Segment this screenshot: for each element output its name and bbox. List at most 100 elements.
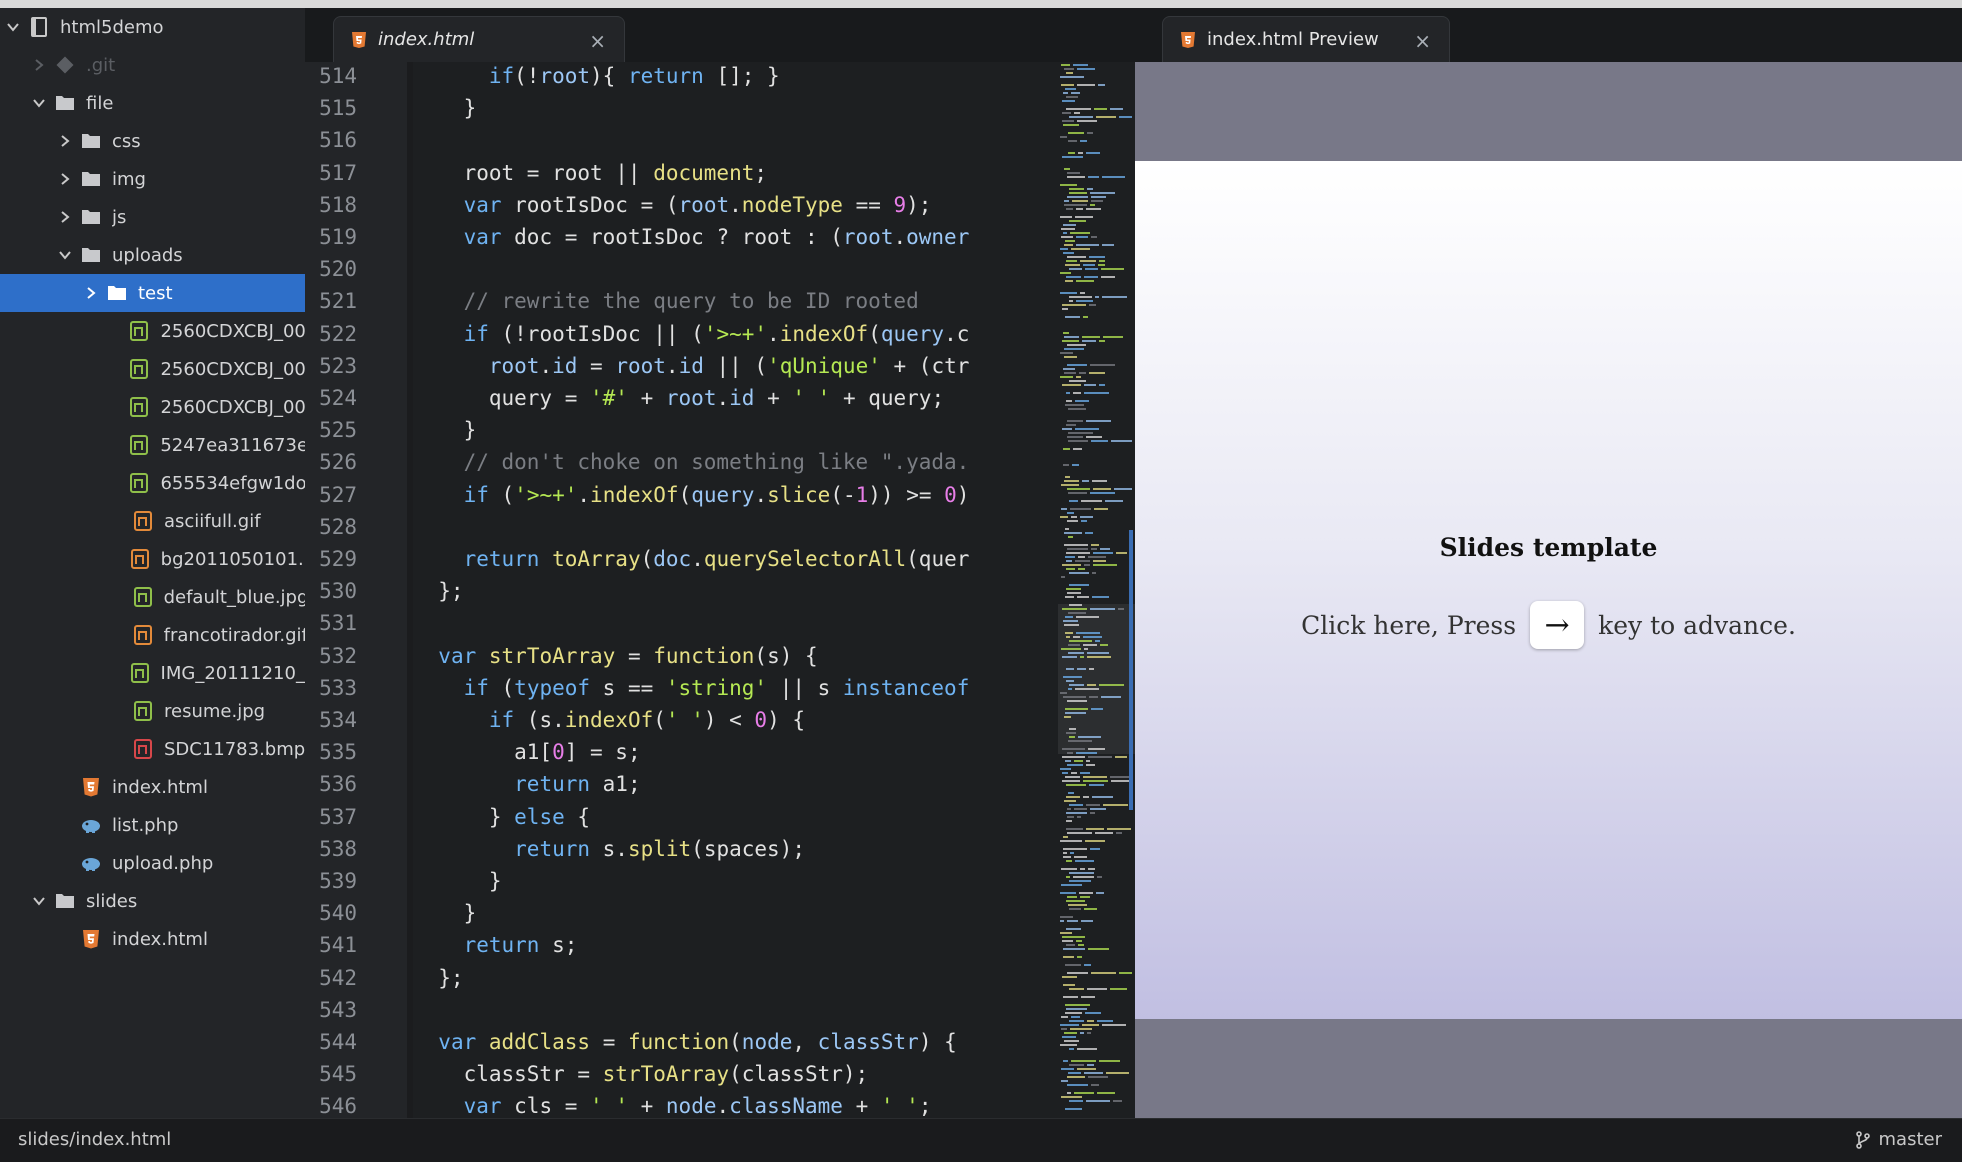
tree-item-img[interactable]: img [0, 160, 305, 198]
close-tab-icon[interactable]: × [1414, 29, 1431, 53]
minimap-code-line [1107, 828, 1131, 830]
minimap-code-line [1066, 552, 1090, 554]
tree-item-list-php[interactable]: list.php [0, 806, 305, 844]
tree-item-5247ea311673eb34[interactable]: 5247ea311673eb34 [0, 426, 305, 464]
chevron-right-icon[interactable] [30, 46, 48, 84]
git-branch[interactable]: master [1855, 1129, 1942, 1150]
code-token: ( [640, 547, 654, 571]
chevron-right-icon[interactable] [56, 160, 74, 198]
code-line[interactable]: } [413, 92, 477, 124]
slide[interactable]: Slides template Click here, Press → key … [1135, 161, 1962, 1019]
line-number: 537 [319, 804, 357, 829]
tree-item-slides[interactable]: slides [0, 882, 305, 920]
code-line[interactable]: if ('>~+'.indexOf(query.slice(-1)) >= 0) [413, 479, 970, 511]
minimap-code-line [1065, 404, 1084, 406]
line-number: 543 [319, 997, 357, 1022]
code-line[interactable]: query = '#' + root.id + ' ' + query; [413, 382, 944, 414]
minimap-code-line [1067, 172, 1080, 174]
tree-root-html5demo[interactable]: html5demo [0, 8, 305, 46]
code-line[interactable]: root = root || document; [413, 157, 767, 189]
minimap-code-line [1086, 152, 1100, 154]
tab-index-html-preview[interactable]: index.html Preview × [1162, 16, 1450, 62]
code-editor[interactable]: 514 if(!root){ return []; } 515 } 516 517 r… [305, 62, 1135, 1118]
code-line[interactable]: var cls = ' ' + node.className + ' '; [413, 1090, 932, 1118]
chevron-down-icon[interactable] [30, 84, 48, 122]
tree-item-2560cdxcbj-00401[interactable]: 2560CDXCBJ_00401 [0, 388, 305, 426]
minimap-code-line [1065, 556, 1075, 558]
tree-item-index-html[interactable]: index.html [0, 768, 305, 806]
code-line[interactable]: }; [413, 962, 463, 994]
code-line[interactable]: if (typeof s == 'string' || s instanceof [413, 672, 970, 704]
chevron-right-icon[interactable] [82, 274, 100, 312]
tree-item-file[interactable]: file [0, 84, 305, 122]
tree-item-bg2011050101-png[interactable]: bg2011050101.png [0, 540, 305, 578]
tree-item-label: francotirador.gif [163, 624, 305, 646]
tree-item-655534efgw1do2a8[interactable]: 655534efgw1do2a8 [0, 464, 305, 502]
tree-item-2560cdxcbj-00401[interactable]: 2560CDXCBJ_00401 [0, 312, 305, 350]
current-file-path[interactable]: slides/index.html [18, 1129, 171, 1150]
code-line[interactable]: return toArray(doc.querySelectorAll(quer [413, 543, 970, 575]
code-line[interactable]: var rootIsDoc = (root.nodeType == 9); [413, 189, 932, 221]
code-line[interactable]: var addClass = function(node, classStr) … [413, 1026, 956, 1058]
line-number: 523 [319, 353, 357, 378]
code-line[interactable]: // rewrite the query to be ID rooted [413, 285, 919, 317]
chevron-right-icon[interactable] [56, 198, 74, 236]
minimap-code-line [1079, 892, 1093, 894]
minimap-code-line [1061, 576, 1065, 578]
minimap-code-line [1087, 132, 1093, 134]
code-token: root [665, 386, 717, 410]
code-line[interactable]: if (!rootIsDoc || ('>~+'.indexOf(query.c [413, 318, 970, 350]
tree-item--git[interactable]: .git [0, 46, 305, 84]
code-line[interactable]: return a1; [413, 768, 640, 800]
tree-item-uploads[interactable]: uploads [0, 236, 305, 274]
tree-item-asciifull-gif[interactable]: asciifull.gif [0, 502, 305, 540]
code-line[interactable]: var doc = rootIsDoc ? root : (root.owner [413, 221, 970, 253]
tree-item-resume-jpg[interactable]: resume.jpg [0, 692, 305, 730]
code-line[interactable]: a1[0] = s; [413, 736, 640, 768]
code-line[interactable]: return s.split(spaces); [413, 833, 805, 865]
minimap-code-line [1063, 948, 1085, 950]
code-line[interactable]: if (s.indexOf(' ') < 0) { [413, 704, 805, 736]
tree-item-index-html[interactable]: index.html [0, 920, 305, 958]
tree-item-js[interactable]: js [0, 198, 305, 236]
folder-icon [54, 92, 76, 114]
tree-item-sdc11783-bmp[interactable]: SDC11783.bmp [0, 730, 305, 768]
tree-item-upload-php[interactable]: upload.php [0, 844, 305, 882]
editor-scrollbar[interactable] [1129, 530, 1133, 810]
code-line[interactable]: classStr = strToArray(classStr); [413, 1058, 869, 1090]
tab-index-html[interactable]: index.html × [333, 16, 625, 62]
minimap-code-line [1072, 464, 1079, 466]
line-number: 522 [319, 321, 357, 346]
code-line[interactable]: // don't choke on something like ".yada. [413, 446, 970, 478]
minimap-code-line [1090, 608, 1115, 610]
close-tab-icon[interactable]: × [589, 29, 606, 53]
code-token: root [488, 353, 540, 378]
minimap[interactable] [1058, 62, 1135, 1118]
tree-item-default-blue-jpg[interactable]: default_blue.jpg [0, 578, 305, 616]
code-line[interactable]: } else { [413, 801, 590, 833]
minimap-code-line [1083, 644, 1097, 646]
tree-item-test[interactable]: test [0, 274, 305, 312]
tree-item-img-20111210-105[interactable]: IMG_20111210_105 [0, 654, 305, 692]
code-line[interactable]: } [413, 865, 502, 897]
code-line[interactable]: if(!root){ return []; } [413, 62, 780, 92]
code-line[interactable]: root.id = root.id || ('qUnique' + (ctr [413, 350, 970, 382]
minimap-code-line [1073, 448, 1082, 450]
minimap-code-line [1077, 668, 1086, 670]
code-line[interactable]: }; [413, 575, 463, 607]
tree-item-css[interactable]: css [0, 122, 305, 160]
code-line[interactable]: return s; [413, 929, 578, 961]
minimap-code-line [1084, 648, 1088, 650]
chevron-down-icon[interactable] [30, 882, 48, 920]
code-token: } [413, 804, 515, 829]
tree-item-francotirador-gif[interactable]: francotirador.gif [0, 616, 305, 654]
chevron-down-icon[interactable] [4, 8, 22, 46]
chevron-down-icon[interactable] [56, 236, 74, 274]
code-line[interactable]: } [413, 897, 477, 929]
code-line[interactable]: } [413, 414, 477, 446]
chevron-right-icon[interactable] [56, 122, 74, 160]
tree-item-2560cdxcbj-00401[interactable]: 2560CDXCBJ_00401 [0, 350, 305, 388]
code-line[interactable]: var strToArray = function(s) { [413, 640, 817, 672]
